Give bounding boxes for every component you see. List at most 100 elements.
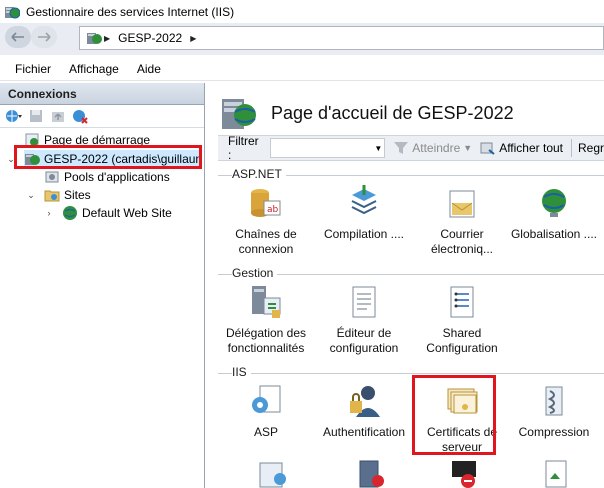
feature-delegation[interactable]: Délégation des fonctionnalités [220, 284, 312, 356]
feature-asp[interactable]: ASP [220, 383, 312, 440]
svg-text:ab: ab [267, 205, 279, 215]
connection-strings-icon: ab [251, 189, 281, 217]
back-button[interactable] [5, 26, 31, 48]
menu-view[interactable]: Affichage [60, 62, 128, 76]
feature-label: Shared [442, 326, 482, 340]
feature-compilation[interactable]: Compilation .... [318, 185, 410, 242]
disconnect-icon [73, 110, 88, 124]
feature-label: Configuration [426, 341, 498, 355]
features-view: ASP.NET ab Chaînes de connexion Compilat… [218, 163, 604, 488]
tree-item-label: Pools d'applications [64, 170, 170, 184]
authentication-icon [350, 386, 380, 417]
expand-collapse-icon[interactable]: › [44, 204, 54, 222]
feature-connection-strings[interactable]: ab Chaînes de connexion [220, 185, 312, 257]
feature-label: Globalisation .... [510, 227, 598, 241]
app-pools-icon [45, 171, 59, 183]
globe-icon [542, 189, 566, 217]
folder-up-icon [52, 112, 64, 122]
feature-globalization[interactable]: Globalisation .... [508, 185, 600, 242]
feature-icon-partial [259, 462, 286, 488]
tree-item-label: Sites [64, 188, 91, 202]
show-all-icon [480, 142, 495, 155]
feature-label: Compilation .... [323, 227, 405, 241]
feature-config-editor[interactable]: Éditeur de configuration [318, 284, 410, 356]
connections-panel: Connexions Page de démarrage ⌄ GESP-2022… [0, 83, 205, 488]
tree-item-label: Default Web Site [82, 206, 172, 220]
connections-header: Connexions [0, 83, 204, 105]
forward-button[interactable] [31, 26, 57, 48]
feature-label: Compression [518, 425, 590, 439]
shared-config-icon [450, 286, 474, 318]
server-large-icon [222, 99, 256, 129]
feature-label: connexion [238, 242, 294, 256]
show-all-label: Afficher tout [499, 141, 564, 155]
connect-button[interactable] [4, 107, 24, 125]
delete-connection-button[interactable] [70, 107, 90, 125]
menu-file[interactable]: Fichier [6, 62, 60, 76]
back-arrow-icon [11, 32, 24, 42]
title-bar: Gestionnaire des services Internet (IIS) [0, 0, 604, 23]
feature-label: Délégation des [225, 326, 307, 340]
feature-shared-configuration[interactable]: Shared Configuration [416, 284, 508, 356]
breadcrumb-separator-icon: ▶ [190, 33, 197, 43]
group-header-gestion: Gestion [218, 265, 604, 283]
compilation-icon [351, 185, 377, 215]
sites-folder-icon [44, 190, 60, 202]
feature-icon-partial [359, 460, 384, 488]
forward-arrow-icon [38, 32, 51, 42]
feature-label: Authentification [322, 425, 406, 439]
tree-item-sites[interactable]: Sites [44, 186, 91, 204]
group-label: Gestion [232, 266, 278, 280]
feature-label: configuration [329, 341, 399, 355]
breadcrumb-server[interactable]: GESP-2022 [118, 31, 182, 45]
server-icon [87, 33, 102, 44]
dropdown-arrow-icon[interactable]: ▼ [374, 144, 382, 153]
globe-icon [63, 206, 77, 220]
page-title: Page d'accueil de GESP-2022 [271, 102, 514, 123]
globe-connect-icon [6, 110, 22, 122]
tree-item-app-pools[interactable]: Pools d'applications [44, 168, 170, 186]
feature-label: électroniq... [430, 242, 494, 256]
certificate-highlight [412, 375, 496, 455]
go-dropdown-icon[interactable]: ▼ [463, 143, 472, 153]
tree-item-default-web-site[interactable]: Default Web Site [62, 204, 172, 222]
toolbar-separator [571, 139, 572, 157]
compression-icon [545, 386, 563, 416]
menu-help[interactable]: Aide [128, 62, 170, 76]
funnel-icon [394, 142, 409, 154]
feature-icon-partial [545, 460, 567, 488]
filter-bar: Filtrer : ▼ Atteindre ▼ Afficher tout Re… [218, 134, 604, 162]
go-button[interactable]: Atteindre [393, 141, 460, 155]
feature-icon-partial [452, 461, 476, 488]
address-bar[interactable]: ▶ GESP-2022 ▶ [79, 26, 604, 50]
menu-bar: Fichier Affichage Aide [0, 57, 604, 81]
navigation-bar: ▶ GESP-2022 ▶ [0, 23, 604, 55]
feature-label: ASP [253, 425, 278, 439]
group-by-button[interactable]: Regr [578, 141, 604, 155]
iis-app-icon [5, 6, 20, 18]
feature-label: Courrier [440, 227, 484, 241]
email-icon [449, 190, 475, 218]
expand-collapse-icon[interactable]: ⌄ [26, 186, 36, 204]
feature-compression[interactable]: Compression [508, 383, 600, 440]
show-all-button[interactable]: Afficher tout [480, 141, 563, 155]
save-icon [30, 110, 42, 122]
filter-label: Filtrer : [228, 134, 259, 162]
filter-input[interactable]: ▼ [270, 138, 386, 158]
save-button[interactable] [26, 107, 46, 125]
config-editor-icon [352, 286, 376, 318]
feature-smtp-email[interactable]: Courrier électroniq... [416, 185, 508, 257]
group-label: IIS [232, 365, 251, 379]
connections-toolbar [0, 105, 204, 128]
feature-label: Chaînes de [235, 227, 297, 241]
page-header: Page d'accueil de GESP-2022 [218, 93, 514, 133]
group-divider [218, 373, 604, 374]
group-by-label: Regr [577, 141, 604, 155]
feature-label: fonctionnalités [227, 341, 305, 355]
asp-icon [252, 385, 281, 413]
up-level-button[interactable] [48, 107, 68, 125]
window-title: Gestionnaire des services Internet (IIS) [26, 4, 235, 19]
group-header-iis: IIS [218, 364, 604, 382]
feature-authentication[interactable]: Authentification [318, 383, 410, 440]
group-label: ASP.NET [232, 167, 286, 181]
